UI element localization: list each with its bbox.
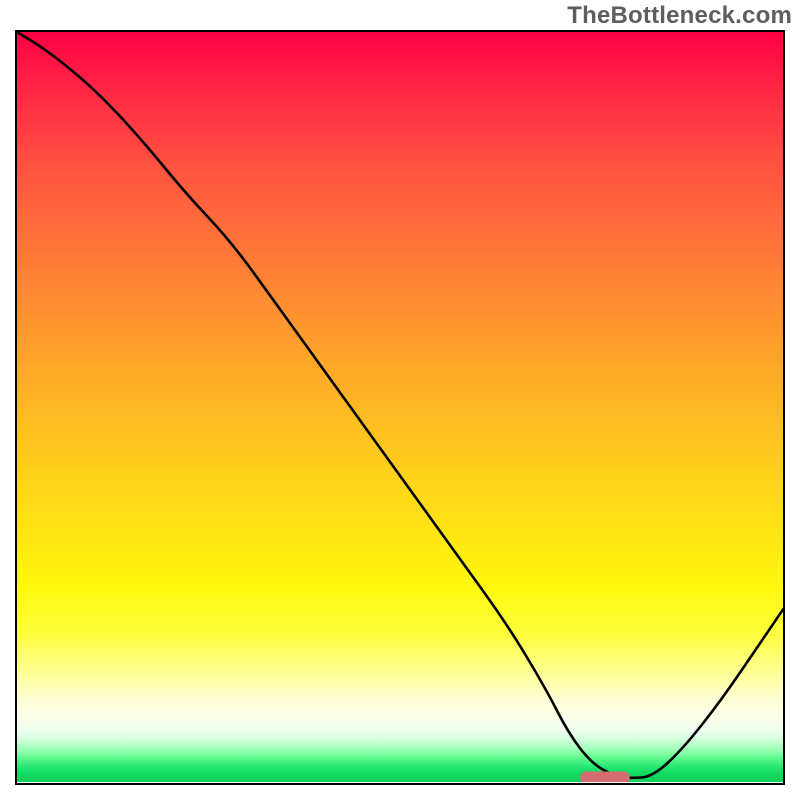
curve-svg [17, 32, 783, 782]
plot-area [17, 32, 783, 782]
bottleneck-chart: TheBottleneck.com [0, 0, 800, 800]
watermark-text: TheBottleneck.com [567, 2, 792, 30]
bottleneck-curve [17, 32, 783, 778]
optimal-marker [580, 772, 630, 783]
